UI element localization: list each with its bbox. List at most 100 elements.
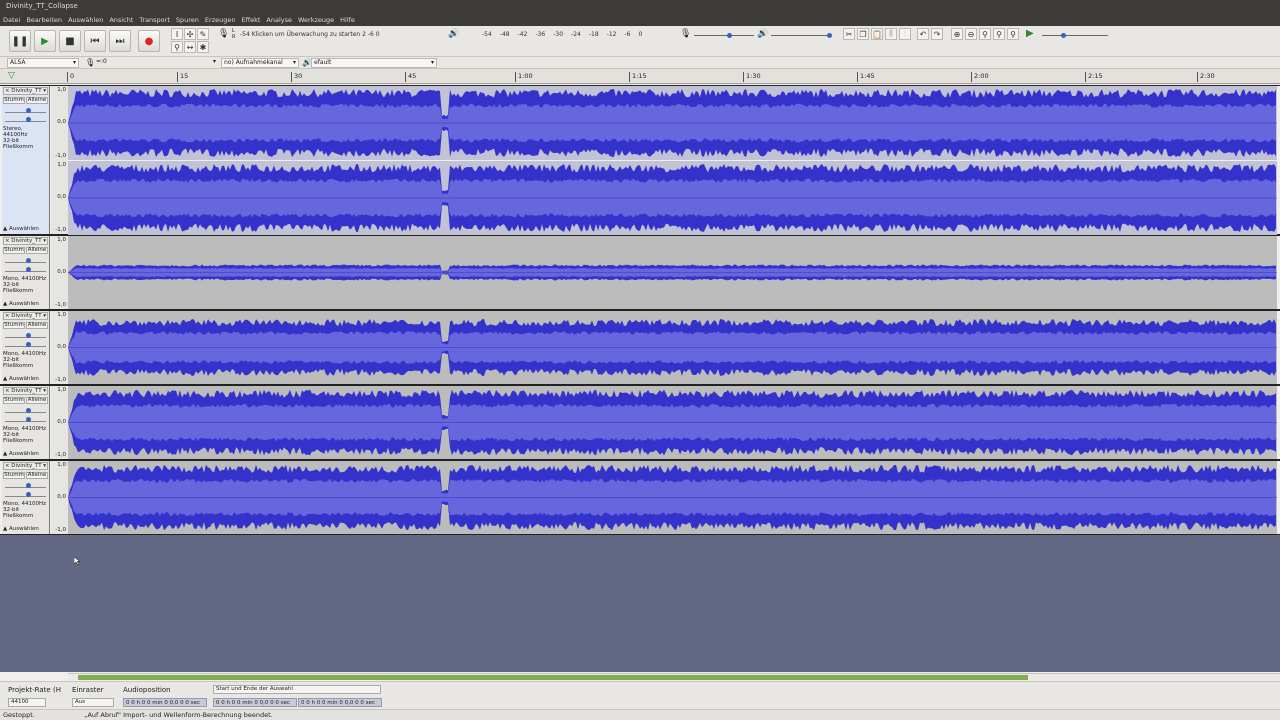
select-track-button[interactable]: ▲ Auswählen bbox=[3, 226, 49, 233]
audio-track[interactable]: × Divinity_TT ▾ Stumm Alleine Mono, 44100Hz… bbox=[0, 385, 1280, 460]
input-channels-select[interactable]: no) Aufnahmekanal bbox=[221, 58, 299, 68]
track-name-menu[interactable]: × Divinity_TT ▾ bbox=[3, 462, 48, 470]
track-control-panel[interactable]: × Divinity_TT ▾ Stumm Alleine Stereo, 44100… bbox=[2, 86, 50, 234]
vertical-ruler[interactable]: 1,0 0,0 -1,0 bbox=[51, 386, 68, 459]
output-device-select[interactable]: efault bbox=[311, 58, 437, 68]
skip-start-button[interactable]: ⏮ bbox=[84, 30, 106, 52]
waveform-right[interactable] bbox=[68, 161, 1277, 235]
draw-tool[interactable]: ✎ bbox=[197, 28, 209, 40]
mute-button[interactable]: Stumm bbox=[3, 247, 25, 254]
solo-button[interactable]: Alleine bbox=[26, 322, 48, 329]
menu-hilfe[interactable]: Hilfe bbox=[340, 16, 355, 24]
solo-button[interactable]: Alleine bbox=[26, 397, 48, 404]
track-control-panel[interactable]: × Divinity_TT ▾ Stumm Alleine Mono, 44100Hz… bbox=[2, 386, 50, 459]
track-control-panel[interactable]: × Divinity_TT ▾ Stumm Alleine Mono, 44100Hz… bbox=[2, 236, 50, 309]
undo-button[interactable]: ↶ bbox=[917, 28, 929, 40]
mute-button[interactable]: Stumm bbox=[3, 97, 25, 104]
zoom-in-button[interactable]: ⊕ bbox=[951, 28, 963, 40]
stop-button[interactable]: ■ bbox=[59, 30, 81, 52]
gain-slider[interactable] bbox=[5, 107, 46, 113]
pan-slider[interactable] bbox=[5, 266, 46, 272]
timeline-ruler[interactable]: ▽ 0 15 30 45 1:00 1:15 1:30 1:45 2:00 2:… bbox=[0, 69, 1280, 84]
track-name-menu[interactable]: × Divinity_TT ▾ bbox=[3, 312, 48, 320]
selection-start-field[interactable]: 0 0 h 0 0 min 0 0,0 0 0 sec bbox=[213, 698, 297, 707]
play-at-speed-icon[interactable]: ▶ bbox=[1026, 28, 1034, 39]
track-name-menu[interactable]: × Divinity_TT ▾ bbox=[3, 387, 48, 395]
playback-volume-slider[interactable] bbox=[771, 35, 831, 36]
waveform[interactable] bbox=[68, 386, 1277, 459]
menu-transport[interactable]: Transport bbox=[139, 16, 170, 24]
zoom-out-button[interactable]: ⊖ bbox=[965, 28, 977, 40]
close-icon[interactable]: × bbox=[5, 238, 10, 244]
recording-volume-knob[interactable] bbox=[727, 33, 732, 38]
play-button[interactable]: ▶ bbox=[34, 30, 56, 52]
play-speed-knob[interactable] bbox=[1061, 33, 1066, 38]
trim-button[interactable]: ⫼ bbox=[885, 28, 897, 40]
gain-slider[interactable] bbox=[5, 332, 46, 338]
track-name-menu[interactable]: × Divinity_TT ▾ bbox=[3, 87, 48, 95]
paste-button[interactable]: 📋 bbox=[871, 28, 883, 40]
audio-host-select[interactable]: ALSA bbox=[7, 58, 79, 68]
mute-button[interactable]: Stumm bbox=[3, 397, 25, 404]
solo-button[interactable]: Alleine bbox=[26, 247, 48, 254]
selection-tool[interactable]: I bbox=[171, 28, 183, 40]
menu-datei[interactable]: Datei bbox=[3, 16, 20, 24]
vertical-ruler[interactable]: 1,0 0,0 -1,0 bbox=[51, 311, 68, 384]
select-track-button[interactable]: ▲ Auswählen bbox=[3, 301, 49, 308]
select-track-button[interactable]: ▲ Auswählen bbox=[3, 526, 49, 533]
project-rate-select[interactable]: 44100 bbox=[8, 698, 46, 707]
menu-spuren[interactable]: Spuren bbox=[176, 16, 199, 24]
audio-track[interactable]: × Divinity_TT ▾ Stumm Alleine Mono, 44100Hz… bbox=[0, 235, 1280, 310]
playback-volume-knob[interactable] bbox=[827, 33, 832, 38]
menu-ansicht[interactable]: Ansicht bbox=[109, 16, 133, 24]
close-icon[interactable]: × bbox=[5, 388, 10, 394]
gain-slider[interactable] bbox=[5, 257, 46, 263]
menu-erzeugen[interactable]: Erzeugen bbox=[205, 16, 236, 24]
vertical-ruler[interactable]: 1,0 0,0 -1,0 bbox=[51, 236, 68, 309]
audio-track[interactable]: × Divinity_TT ▾ Stumm Alleine Mono, 44100Hz… bbox=[0, 460, 1280, 535]
empty-track-area[interactable] bbox=[0, 535, 1280, 672]
redo-button[interactable]: ↷ bbox=[931, 28, 943, 40]
select-track-button[interactable]: ▲ Auswählen bbox=[3, 376, 49, 383]
vertical-ruler[interactable]: 1,0 0,0 -1,0 bbox=[51, 461, 68, 534]
waveform[interactable] bbox=[68, 236, 1277, 309]
solo-button[interactable]: Alleine bbox=[26, 472, 48, 479]
close-icon[interactable]: × bbox=[5, 88, 10, 94]
pan-slider[interactable] bbox=[5, 116, 46, 122]
gain-slider[interactable] bbox=[5, 482, 46, 488]
copy-button[interactable]: ❐ bbox=[857, 28, 869, 40]
multi-tool[interactable]: ✱ bbox=[197, 41, 209, 53]
close-icon[interactable]: × bbox=[5, 463, 10, 469]
selection-end-field[interactable]: 0 0 h 0 0 min 0 0,0 0 0 sec bbox=[298, 698, 382, 707]
recording-meter[interactable]: -54 Klicken um Überwachung zu starten 2 … bbox=[240, 29, 380, 40]
track-control-panel[interactable]: × Divinity_TT ▾ Stumm Alleine Mono, 44100Hz… bbox=[2, 461, 50, 534]
fit-project-button[interactable]: ⚲ bbox=[993, 28, 1005, 40]
pan-slider[interactable] bbox=[5, 491, 46, 497]
timeshift-tool[interactable]: ↔ bbox=[184, 41, 196, 53]
audio-track[interactable]: × Divinity_TT ▾ Stumm Alleine Mono, 44100Hz… bbox=[0, 310, 1280, 385]
track-control-panel[interactable]: × Divinity_TT ▾ Stumm Alleine Mono, 44100Hz… bbox=[2, 311, 50, 384]
silence-button[interactable]: ⫶ bbox=[899, 28, 911, 40]
audio-position-field[interactable]: 0 0 h 0 0 min 0 0,0 0 0 sec bbox=[123, 698, 207, 707]
snap-select[interactable]: Aus bbox=[72, 698, 114, 707]
audio-track[interactable]: × Divinity_TT ▾ Stumm Alleine Stereo, 44100… bbox=[0, 85, 1280, 235]
playback-meter[interactable]: -54 -48 -42 -36 -30 -24 -18 -12 -6 0 bbox=[466, 29, 642, 40]
cut-button[interactable]: ✂ bbox=[843, 28, 855, 40]
pin-icon[interactable]: ▽ bbox=[8, 71, 15, 81]
menu-werkzeuge[interactable]: Werkzeuge bbox=[298, 16, 334, 24]
input-device-select[interactable]: =:0 bbox=[94, 58, 218, 68]
selection-mode-select[interactable]: Start und Ende der Auswahl bbox=[213, 685, 381, 694]
menu-auswaehlen[interactable]: Auswählen bbox=[68, 16, 103, 24]
close-icon[interactable]: × bbox=[5, 313, 10, 319]
solo-button[interactable]: Alleine bbox=[26, 97, 48, 104]
pan-slider[interactable] bbox=[5, 416, 46, 422]
skip-end-button[interactable]: ⏭ bbox=[109, 30, 131, 52]
recording-volume-slider[interactable] bbox=[694, 35, 754, 36]
mute-button[interactable]: Stumm bbox=[3, 472, 25, 479]
vertical-ruler[interactable]: 1,0 0,0 -1,0 1,0 0,0 -1,0 bbox=[51, 86, 68, 234]
envelope-tool[interactable]: ✣ bbox=[184, 28, 196, 40]
waveform[interactable] bbox=[68, 461, 1277, 534]
waveform[interactable] bbox=[68, 311, 1277, 384]
zoom-toggle-button[interactable]: ⚲ bbox=[1007, 28, 1019, 40]
select-track-button[interactable]: ▲ Auswählen bbox=[3, 451, 49, 458]
